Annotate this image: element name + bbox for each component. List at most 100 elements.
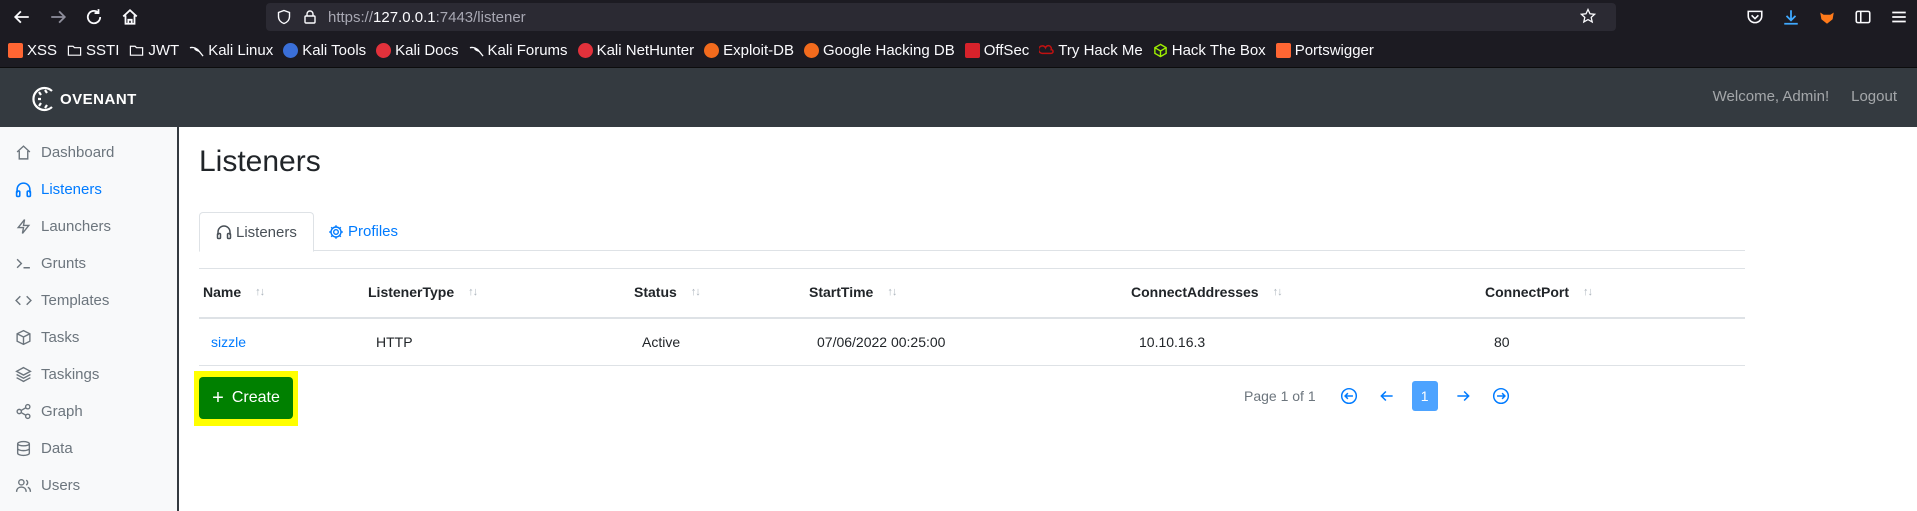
back-button[interactable] [4,0,40,34]
layers-icon [15,366,32,383]
sidebar-item-templates[interactable]: Templates [0,282,177,319]
sidebar-icon [1855,10,1871,24]
code-icon [15,295,32,306]
plus-icon: + [212,387,224,409]
exploitdb-icon [704,43,720,58]
create-button[interactable]: + Create [199,377,293,419]
reload-button[interactable] [76,0,112,34]
cell-starttime: 07/06/2022 00:25:00 [817,334,946,350]
forward-button[interactable] [40,0,76,34]
sidebar-item-grunts[interactable]: Grunts [0,245,177,282]
bookmark-hack-the-box[interactable]: Hack The Box [1153,42,1266,59]
url-scheme: https:// [328,8,374,26]
sort-icon: ↑↓ [1583,286,1593,298]
arrow-left-icon [1379,390,1393,402]
bookmark-exploit-db[interactable]: Exploit-DB [704,42,794,59]
column-header-connectaddresses[interactable]: ConnectAddresses ↑↓ [1131,284,1283,300]
hackthebox-icon [1153,43,1167,58]
bookmark-portswigger[interactable]: Portswigger [1275,42,1374,59]
column-header-connectport[interactable]: ConnectPort ↑↓ [1485,284,1593,300]
cell-connectport: 80 [1494,334,1510,350]
ghdb-icon [803,43,819,58]
downloads-button[interactable] [1773,0,1809,34]
sort-icon: ↑↓ [1272,286,1283,298]
column-header-name[interactable]: Name ↑↓ [203,284,265,300]
kali-docs-icon [376,43,392,58]
column-header-status[interactable]: Status ↑↓ [634,284,701,300]
arrow-right-icon [1457,390,1470,402]
database-icon [16,440,31,457]
url-path: :7443/listener [435,8,526,26]
page-number-current[interactable]: 1 [1411,381,1438,411]
logout-link[interactable]: Logout [1851,88,1897,105]
column-header-starttime[interactable]: StartTime ↑↓ [809,284,897,300]
tab-listeners[interactable]: Listeners [199,212,314,252]
home-icon [16,145,31,160]
container-button[interactable] [1845,0,1881,34]
sidebar-item-users[interactable]: Users [0,467,177,504]
sidebar-item-graph[interactable]: Graph [0,393,177,430]
foxyproxy-button[interactable] [1809,0,1845,34]
cell-status: Active [642,334,681,350]
listeners-table: Name ↑↓ ListenerType ↑↓ Status ↑↓ StartTime… [199,268,1745,366]
reload-icon [86,9,102,25]
sort-icon: ↑↓ [468,286,478,298]
sidebar-item-launchers[interactable]: Launchers [0,208,177,245]
download-icon [1784,10,1798,25]
url-bar[interactable]: https://127.0.0.1:7443/listener [266,3,1616,31]
pocket-button[interactable] [1737,0,1773,34]
bookmark-try-hack-me[interactable]: Try Hack Me [1039,42,1143,59]
sidebar-item-taskings[interactable]: Taskings [0,356,177,393]
brand-logo[interactable]: OVENANT [30,84,137,114]
bookmark-kali-nethunter[interactable]: Kali NetHunter [577,42,694,59]
first-page-button[interactable] [1336,381,1362,411]
bookmark-google-hacking-db[interactable]: Google Hacking DB [803,42,955,59]
pocket-icon [1747,10,1763,24]
last-page-button[interactable] [1488,381,1514,411]
sidebar-item-tasks[interactable]: Tasks [0,319,177,356]
home-icon [122,9,138,25]
home-button[interactable] [112,0,148,34]
cell-listenertype: HTTP [376,334,413,350]
welcome-link[interactable]: Welcome, Admin! [1713,88,1829,105]
users-icon [15,478,32,492]
gear-icon [329,224,343,239]
fox-icon [1820,12,1834,24]
previous-page-button[interactable] [1374,381,1400,411]
bookmark-kali-forums[interactable]: Kali Forums [469,42,568,59]
bookmark-ssti[interactable]: SSTI [67,42,119,59]
covenant-logo-icon [32,86,53,112]
sidebar-item-listeners[interactable]: Listeners [0,171,177,208]
column-header-listenertype[interactable]: ListenerType ↑↓ [368,284,478,300]
menu-button[interactable] [1881,0,1917,34]
pagination: Page 1 of 1 1 [1244,379,1520,413]
page-indicator: Page 1 of 1 [1244,388,1316,404]
sidebar: Dashboard Listeners Launchers Grunts Tem… [0,127,179,511]
tab-profiles[interactable]: Profiles [312,212,414,251]
sort-icon: ↑↓ [255,286,265,298]
sidebar-item-dashboard[interactable]: Dashboard [0,134,177,171]
share-icon [16,403,31,420]
star-icon[interactable] [1580,8,1596,24]
sidebar-item-data[interactable]: Data [0,430,177,467]
bookmark-xss[interactable]: XSS [8,42,57,59]
url-host: 127.0.0.1 [373,8,436,26]
listener-name-link[interactable]: sizzle [211,334,246,350]
shield-icon [277,9,291,25]
kali-icon [469,46,484,57]
bookmark-jwt[interactable]: JWT [129,42,179,59]
brand-text: OVENANT [60,90,137,108]
arrow-right-icon [51,10,67,24]
bookmark-kali-tools[interactable]: Kali Tools [283,42,366,59]
bookmark-kali-linux[interactable]: Kali Linux [189,42,273,59]
bookmark-offsec[interactable]: OffSec [964,42,1029,59]
tab-bar: Listeners Profiles [199,212,1745,252]
table-row: sizzle HTTP Active 07/06/2022 00:25:00 1… [199,319,1745,366]
main-content: Listeners Listeners Profiles Name ↑↓ List… [194,127,1745,511]
toolbar-right [1737,0,1917,34]
next-page-button[interactable] [1450,381,1476,411]
bookmark-kali-docs[interactable]: Kali Docs [376,42,459,59]
nethunter-icon [577,43,593,58]
browser-toolbar: https://127.0.0.1:7443/listener [0,0,1917,34]
offsec-icon [964,43,980,58]
